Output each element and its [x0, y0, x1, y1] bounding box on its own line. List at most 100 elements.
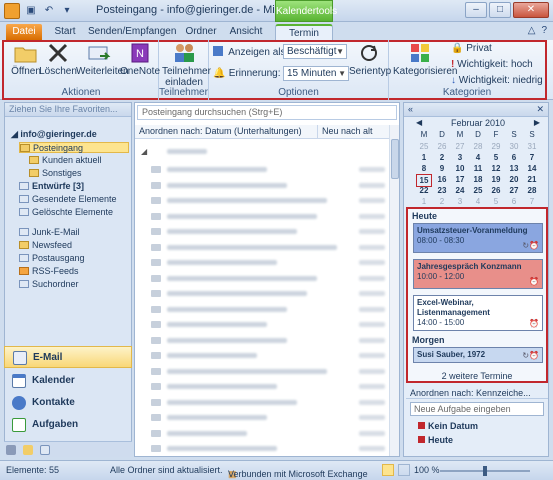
- calendar-day[interactable]: 9: [434, 163, 450, 174]
- calendar-day[interactable]: 25: [470, 185, 486, 196]
- account-node[interactable]: ◢ info@gieringer.de: [11, 129, 97, 140]
- undo-icon[interactable]: ↶: [42, 4, 56, 18]
- minimize-button[interactable]: –: [465, 2, 487, 18]
- forward-button[interactable]: Weiterleiten: [76, 42, 129, 77]
- calendar-day[interactable]: 5: [488, 196, 504, 207]
- invite-attendees-button[interactable]: Teilnehmer einladen: [162, 42, 211, 88]
- favorites-header[interactable]: Ziehen Sie Ihre Favoriten...: [5, 103, 131, 117]
- calendar-day[interactable]: 4: [470, 196, 486, 207]
- folder-posteingang[interactable]: Posteingang: [19, 142, 129, 153]
- calendar-day[interactable]: 7: [524, 152, 540, 163]
- reading-view-icon[interactable]: [398, 464, 410, 476]
- mail-row[interactable]: [135, 365, 389, 378]
- reminder-dropdown[interactable]: 15 Minuten ▼: [283, 66, 349, 81]
- customize-qat-icon[interactable]: ▾: [60, 4, 74, 18]
- mail-row[interactable]: [135, 287, 389, 300]
- normal-view-icon[interactable]: [382, 464, 394, 476]
- mail-group-header[interactable]: ◢: [135, 145, 389, 158]
- close-button[interactable]: ✕: [513, 2, 549, 18]
- folder-junk[interactable]: Junk-E-Mail: [19, 227, 80, 238]
- mail-row[interactable]: [135, 427, 389, 440]
- calendar-day[interactable]: 16: [434, 174, 450, 185]
- mail-row[interactable]: [135, 210, 389, 223]
- calendar-day[interactable]: 24: [452, 185, 468, 196]
- mail-row[interactable]: [135, 349, 389, 362]
- prev-month-icon[interactable]: ◀: [416, 117, 422, 129]
- vertical-scrollbar[interactable]: [389, 125, 399, 456]
- mail-row[interactable]: [135, 334, 389, 347]
- nav-aufgaben[interactable]: Aufgaben: [4, 414, 132, 436]
- calendar-day[interactable]: 26: [488, 185, 504, 196]
- low-importance-button[interactable]: ↓ Wichtigkeit: niedrig: [451, 75, 543, 86]
- folder-entwuerfe[interactable]: Entwürfe [3]: [19, 181, 84, 192]
- calendar-day[interactable]: 5: [488, 152, 504, 163]
- mail-row[interactable]: [135, 272, 389, 285]
- calendar-day[interactable]: 27: [506, 185, 522, 196]
- calendar-day[interactable]: 31: [524, 141, 540, 152]
- calendar-day[interactable]: 4: [470, 152, 486, 163]
- mail-row[interactable]: [135, 318, 389, 331]
- calendar-day[interactable]: 28: [524, 185, 540, 196]
- folder-list-icon[interactable]: [23, 445, 34, 455]
- save-icon[interactable]: ▣: [24, 4, 38, 18]
- folder-sonstiges[interactable]: Sonstiges: [29, 168, 82, 179]
- calendar-day[interactable]: 26: [434, 141, 450, 152]
- folder-suchordner[interactable]: Suchordner: [19, 279, 79, 290]
- delete-button[interactable]: Löschen: [38, 42, 78, 77]
- maximize-button[interactable]: □: [489, 2, 511, 18]
- calendar-day[interactable]: 3: [452, 196, 468, 207]
- mail-row[interactable]: [135, 179, 389, 192]
- shortcuts-icon[interactable]: [40, 445, 51, 455]
- categorize-button[interactable]: Kategorisieren: [393, 42, 457, 77]
- outlook-app-icon[interactable]: [4, 3, 20, 19]
- folder-geloeschte[interactable]: Gelöschte Elemente: [19, 207, 113, 218]
- mail-row[interactable]: [135, 303, 389, 316]
- calendar-day[interactable]: 1: [416, 152, 432, 163]
- calendar-day[interactable]: 2: [434, 152, 450, 163]
- private-button[interactable]: 🔒 Privat: [451, 43, 492, 54]
- calendar-day[interactable]: 7: [524, 196, 540, 207]
- calendar-day[interactable]: 13: [506, 163, 522, 174]
- calendar-day[interactable]: 22: [416, 185, 432, 196]
- calendar-day[interactable]: 27: [452, 141, 468, 152]
- mail-row[interactable]: [135, 194, 389, 207]
- tab-senden-empfangen[interactable]: Senden/Empfangen: [88, 24, 176, 40]
- folder-gesendete[interactable]: Gesendete Elemente: [19, 194, 117, 205]
- appointment-item[interactable]: Umsatzsteuer-Voranmeldung 08:00 - 08:30 …: [413, 223, 543, 253]
- calendar-day[interactable]: 2: [434, 196, 450, 207]
- sort-label[interactable]: Anordnen nach: Datum (Unterhaltungen): [139, 125, 302, 138]
- calendar-day[interactable]: 10: [452, 163, 468, 174]
- show-as-dropdown[interactable]: Beschäftigt ▼: [283, 44, 347, 59]
- collapse-todo-icon[interactable]: «: [408, 104, 413, 114]
- more-appointments-link[interactable]: 2 weitere Termine: [408, 371, 546, 381]
- calendar-day[interactable]: 18: [470, 174, 486, 185]
- recurrence-button[interactable]: Serientyp: [349, 42, 391, 77]
- calendar-day[interactable]: 11: [470, 163, 486, 174]
- task-group-kein-datum[interactable]: Kein Datum: [406, 419, 548, 433]
- calendar-day[interactable]: 29: [488, 141, 504, 152]
- new-task-input[interactable]: Neue Aufgabe eingeben: [410, 402, 544, 416]
- calendar-day[interactable]: 30: [506, 141, 522, 152]
- tab-ansicht[interactable]: Ansicht: [226, 24, 266, 40]
- calendar-day[interactable]: 25: [416, 141, 432, 152]
- appointment-item[interactable]: Susi Sauber, 1972 ↻⏰: [413, 347, 543, 363]
- tab-start[interactable]: Start: [50, 24, 80, 40]
- tab-datei[interactable]: Datei: [6, 24, 42, 40]
- task-sort-header[interactable]: Anordnen nach: Kennzeiche...: [406, 387, 548, 399]
- minimize-ribbon-icon[interactable]: △: [528, 25, 536, 36]
- task-group-heute[interactable]: Heute: [406, 433, 548, 447]
- calendar-day[interactable]: 3: [452, 152, 468, 163]
- calendar-day[interactable]: 8: [416, 163, 432, 174]
- search-input[interactable]: Posteingang durchsuchen (Strg+E): [137, 105, 397, 120]
- calendar-day[interactable]: 6: [506, 196, 522, 207]
- calendar-day[interactable]: 1: [416, 196, 432, 207]
- scrollbar-thumb[interactable]: [391, 139, 399, 179]
- mail-row[interactable]: [135, 163, 389, 176]
- tab-ordner[interactable]: Ordner: [182, 24, 220, 40]
- appointment-item[interactable]: Excel-Webinar, Listenmanagement 14:00 - …: [413, 295, 543, 331]
- calendar-day[interactable]: 19: [488, 174, 504, 185]
- calendar-day[interactable]: 28: [470, 141, 486, 152]
- mail-row[interactable]: [135, 241, 389, 254]
- folder-kunden-aktuell[interactable]: Kunden aktuell: [29, 155, 102, 166]
- nav-email[interactable]: E-Mail: [4, 346, 132, 368]
